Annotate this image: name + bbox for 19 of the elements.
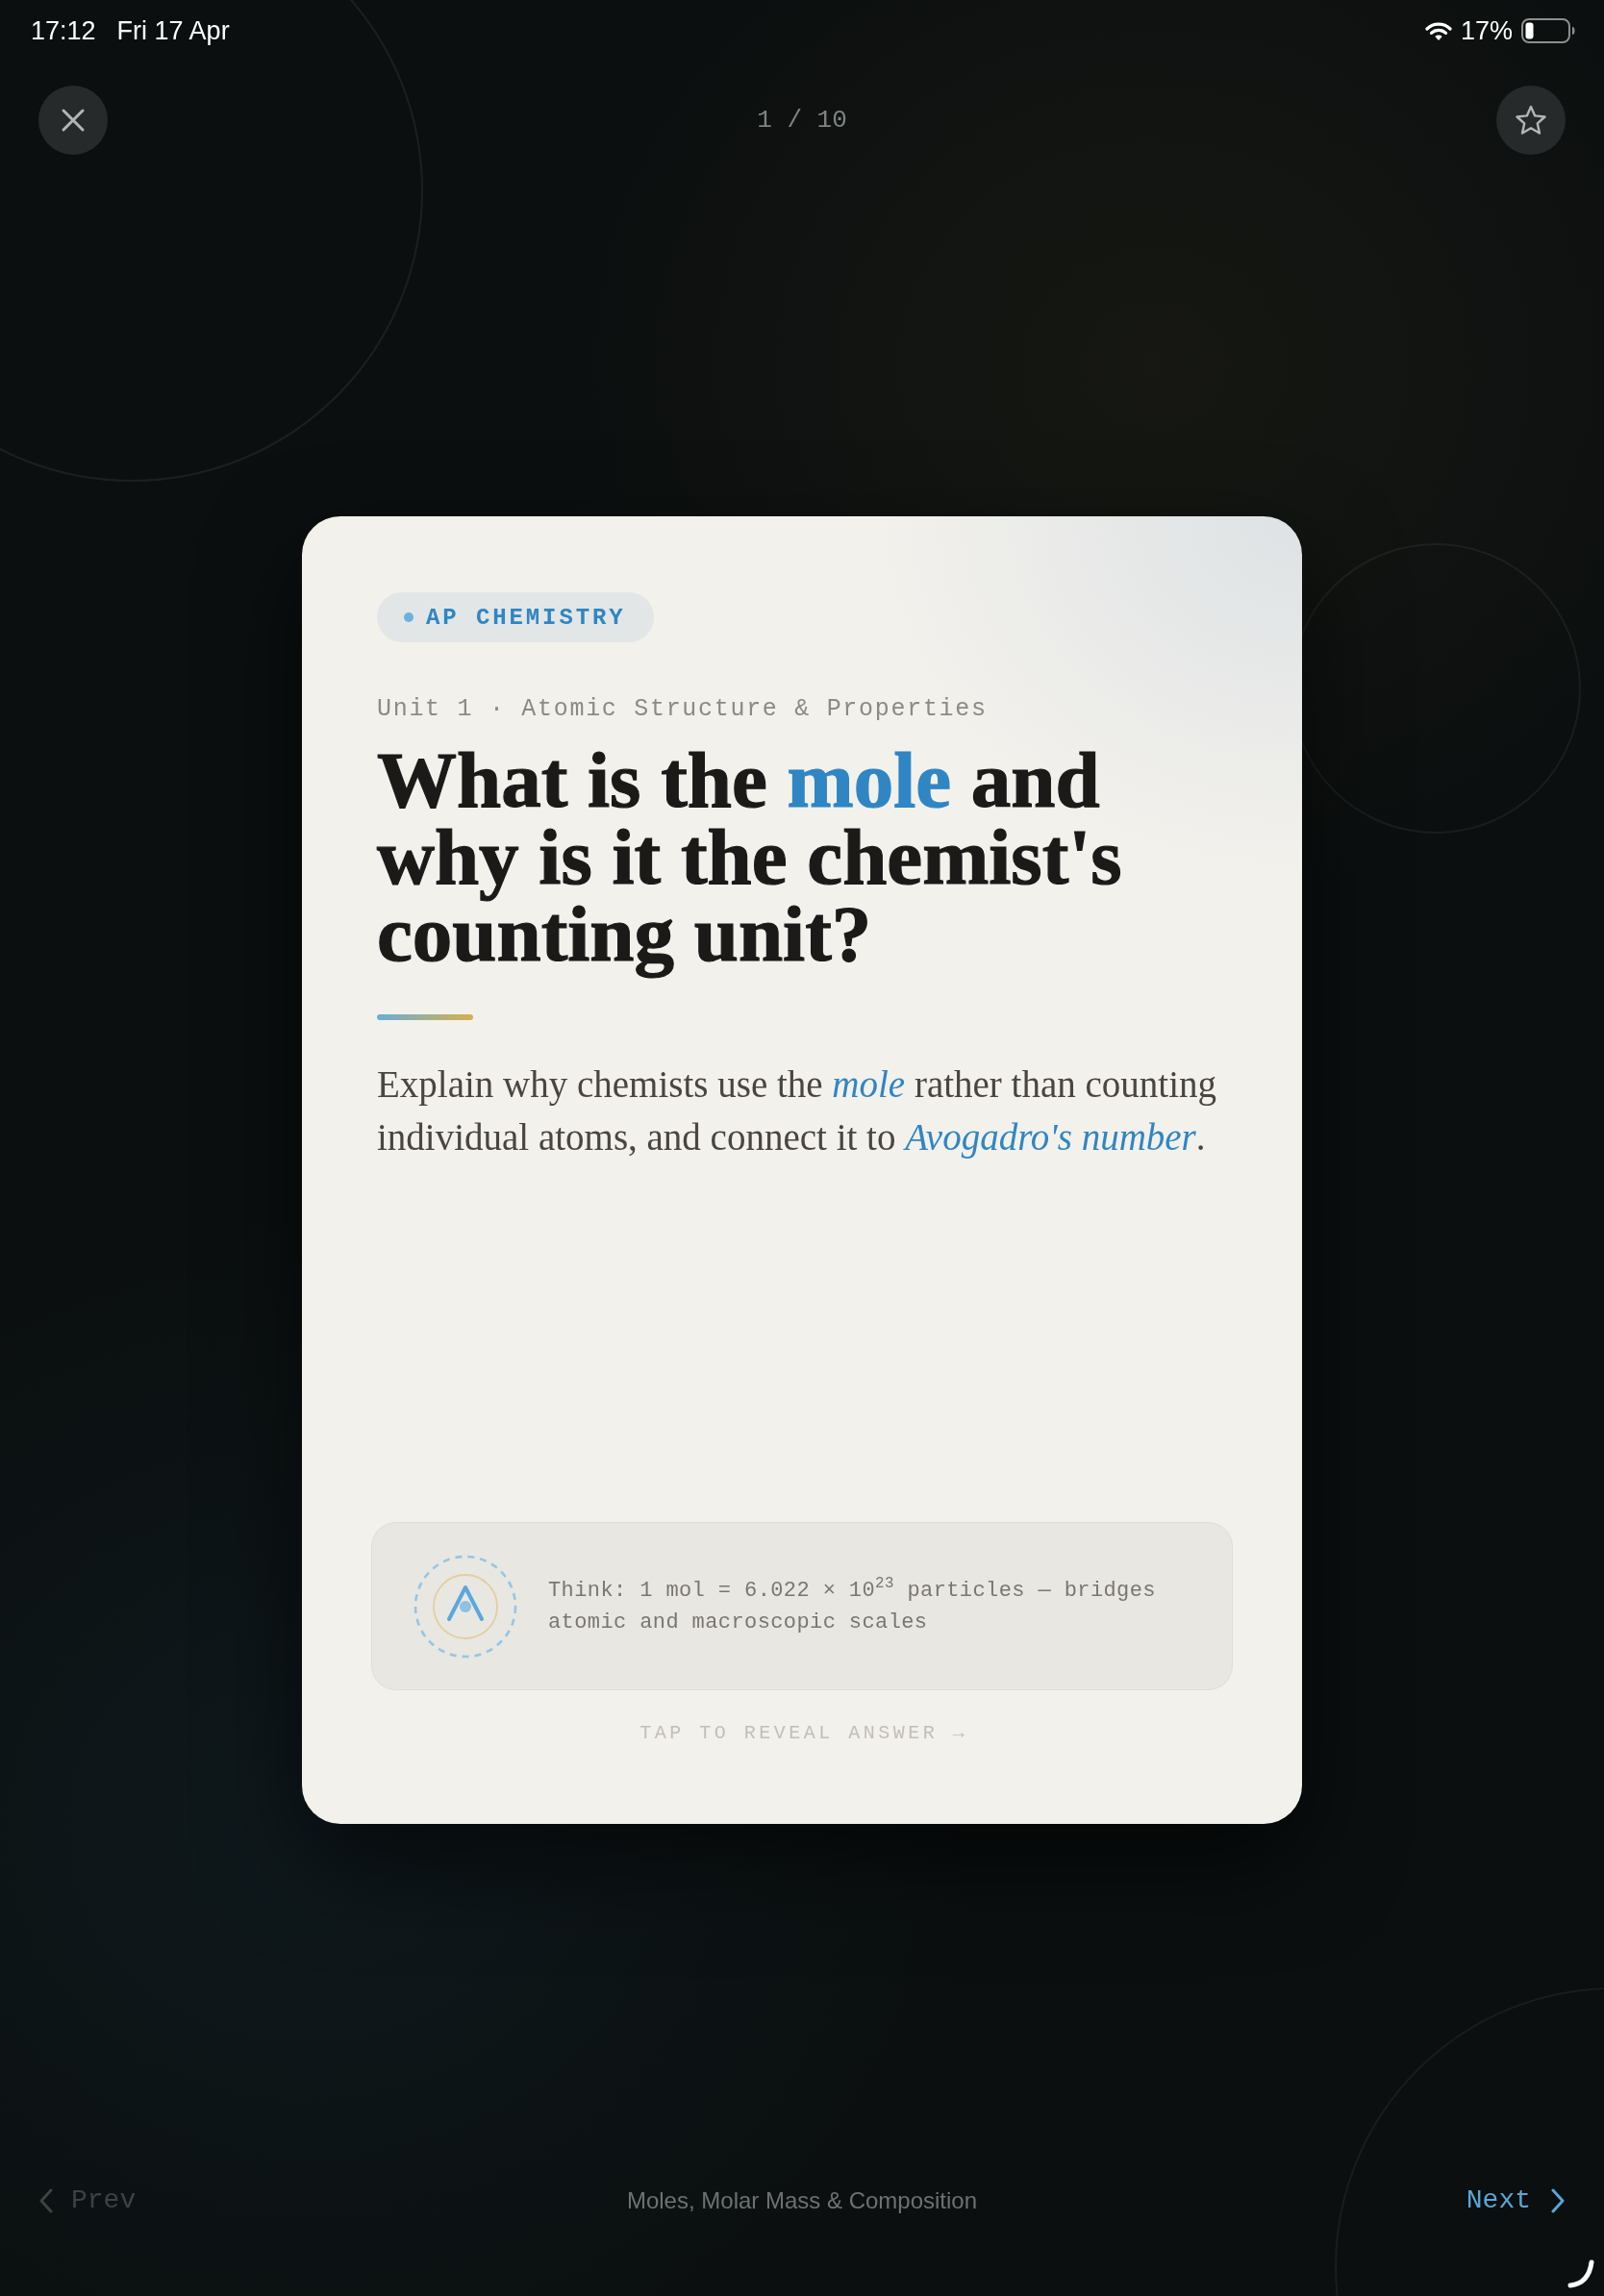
status-date: Fri 17 Apr [116,15,230,46]
compass-icon [414,1554,517,1659]
dot-icon [404,612,414,622]
unit-label: Unit 1 · Atomic Structure & Properties [377,695,988,724]
question-prompt: Explain why chemists use the mole rather than counting individual atoms, and connect it to Avogadro's number. [377,1062,1217,1160]
progress-counter: 1 / 10 [757,106,847,135]
status-time: 17:12 [31,15,96,46]
battery-icon [1521,18,1575,43]
subject-label: AP CHEMISTRY [426,604,626,631]
chevron-left-icon [38,2187,54,2214]
arc-icon [1567,2259,1594,2288]
next-button[interactable]: Next [1466,2184,1566,2217]
question-title: What is the mole and why is it the chemist's counting unit? [377,735,1123,980]
hint-text: Think: 1 mol = 6.022 × 10$^{23}$ particles — bridges atomic and macroscopic scales [548,1574,1157,1636]
deck-title: Moles, Molar Mass & Composition [626,2187,978,2214]
close-icon [61,108,86,133]
wifi-icon [1424,20,1452,41]
battery-percentage: 17% [1460,15,1513,46]
chevron-right-icon [1550,2187,1566,2214]
